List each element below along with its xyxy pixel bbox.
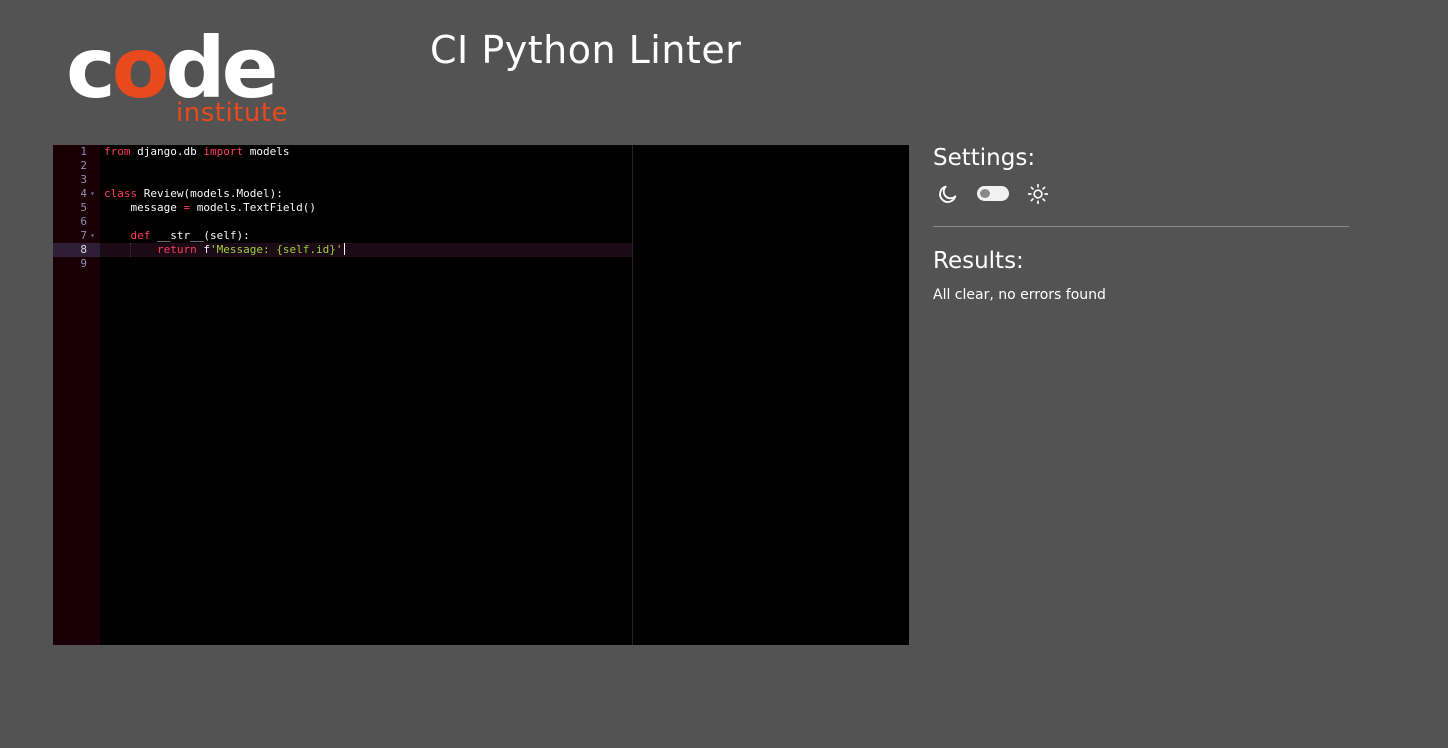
code-line[interactable]: 9 (53, 257, 632, 271)
code-line[interactable]: 4 ▾ class Review(models.Model): (53, 187, 632, 201)
line-number: 7 (80, 229, 87, 242)
code-token: f (196, 243, 210, 256)
line-number: 8 (80, 243, 87, 256)
line-number: 4 (80, 187, 87, 200)
code-line[interactable]: 1 from django.db import models (53, 145, 632, 159)
text-cursor (344, 243, 346, 255)
code-token: return (156, 243, 197, 256)
results-message: All clear, no errors found (933, 287, 1106, 303)
page-title: CI Python Linter (430, 28, 742, 72)
line-number: 3 (80, 173, 87, 186)
line-number: 9 (80, 257, 87, 270)
code-text: from django.db import models (104, 145, 289, 159)
code-token: from (104, 145, 131, 158)
code-token: models (243, 145, 290, 158)
linter-page: code institute CI Python Linter 1 from dj… (0, 0, 1448, 748)
logo-subtitle: institute (176, 98, 289, 128)
code-token: import (203, 145, 244, 158)
theme-toggle[interactable] (977, 186, 1009, 201)
code-line[interactable]: 5 message = models.TextField() (53, 201, 632, 215)
logo-letters-c: c (66, 19, 116, 117)
fold-arrow-icon[interactable]: ▾ (90, 187, 95, 201)
code-token: __str__(self): (150, 229, 250, 242)
code-text: return f'Message: {self.id}' (104, 243, 346, 257)
print-margin (632, 145, 633, 645)
indent-guide (130, 243, 132, 257)
code-token: django.db (130, 145, 204, 158)
code-institute-logo[interactable]: code institute (66, 26, 296, 130)
code-token: def (130, 229, 151, 242)
sun-icon (1027, 183, 1049, 205)
line-number: 6 (80, 215, 87, 228)
panel-divider (933, 226, 1349, 227)
theme-settings (933, 178, 1349, 214)
line-number: 5 (80, 201, 87, 214)
theme-toggle-knob (980, 189, 990, 198)
line-number: 2 (80, 159, 87, 172)
settings-heading: Settings: (933, 145, 1036, 171)
logo-letter-accent: o (111, 19, 170, 117)
code-editor[interactable]: 1 from django.db import models 2 3 4 ▾ class R… (53, 145, 909, 645)
fold-arrow-icon[interactable]: ▾ (90, 229, 95, 243)
side-panel: Settings: Results: All clear, no errors … (933, 140, 1349, 305)
code-token: models.TextField() (190, 201, 316, 214)
results-heading: Results: (933, 248, 1024, 274)
code-token: 'Message: {self.id}' (209, 243, 343, 256)
code-text: def __str__(self): (104, 229, 250, 243)
code-line[interactable]: 7 ▾ def __str__(self): (53, 229, 632, 243)
code-text: message = models.TextField() (104, 201, 316, 215)
code-token: class (104, 187, 138, 200)
code-text: class Review(models.Model): (104, 187, 283, 201)
line-number: 1 (80, 145, 87, 158)
code-line[interactable]: 8 return f'Message: {self.id}' (53, 243, 632, 257)
code-line[interactable]: 3 (53, 173, 632, 187)
code-line[interactable]: 2 (53, 159, 632, 173)
moon-icon (939, 185, 957, 203)
code-token: Review(models.Model): (137, 187, 283, 200)
code-line[interactable]: 6 (53, 215, 632, 229)
code-token: message (104, 201, 184, 214)
